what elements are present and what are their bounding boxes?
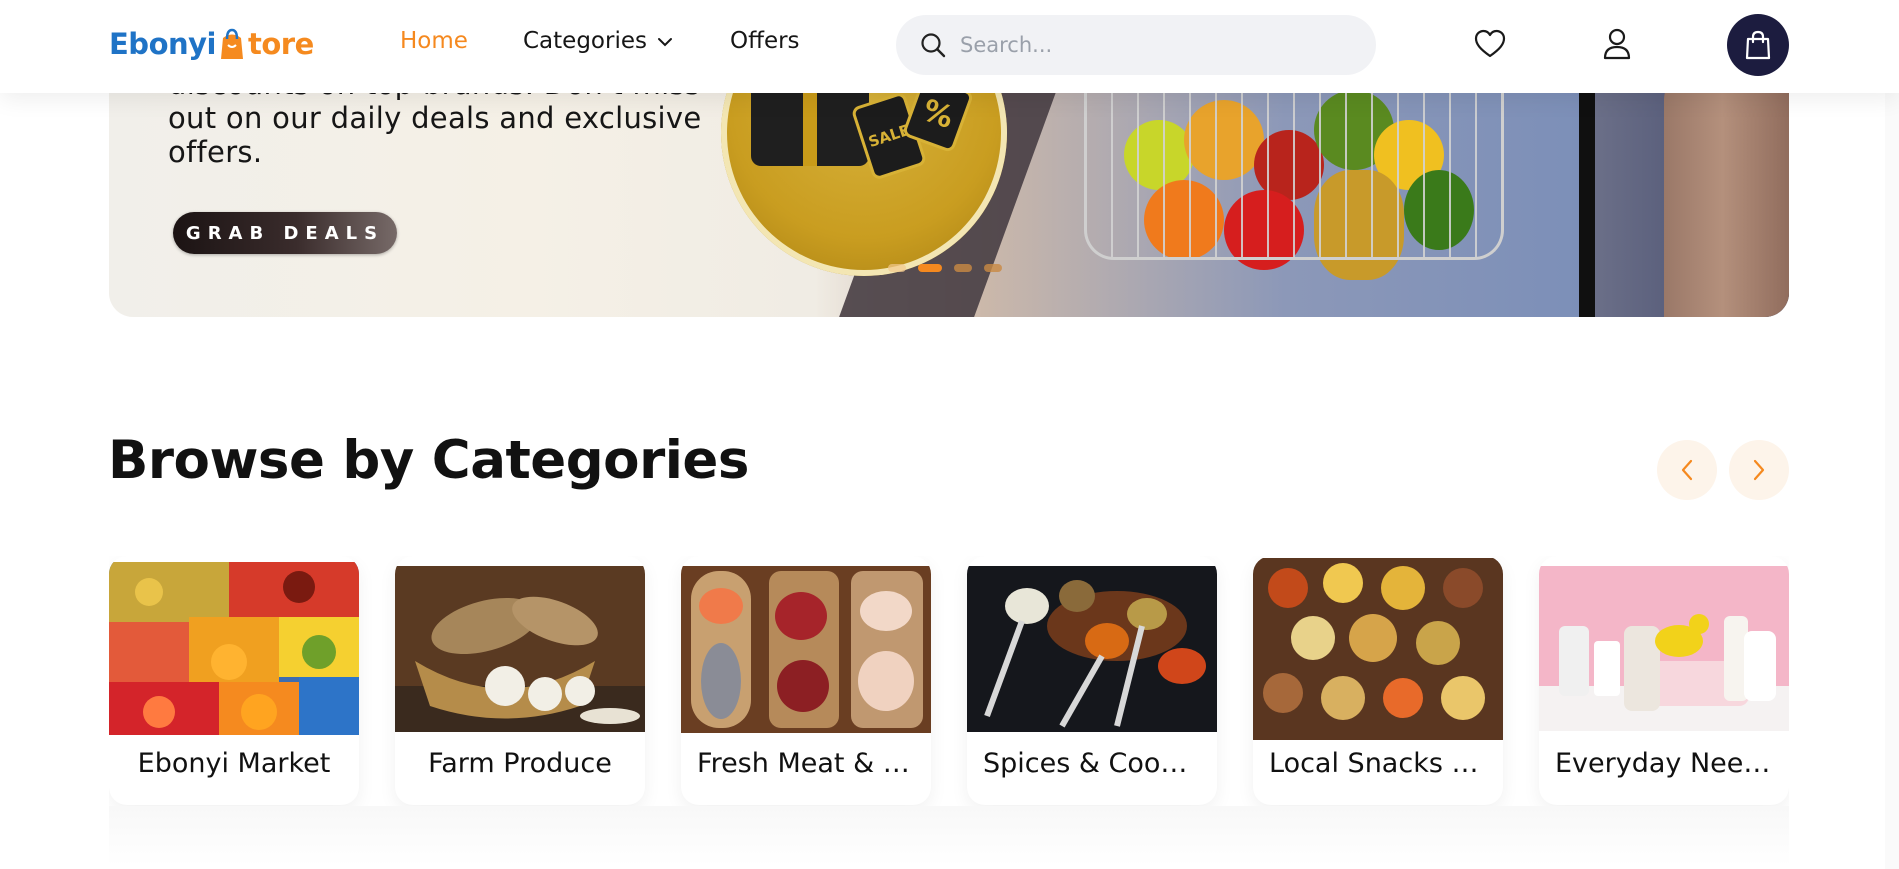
carousel-dots (888, 264, 1002, 272)
hero-banner: discounts on top brands. Don't miss out … (109, 70, 1789, 317)
logo-text-part1: Ebonyi (109, 27, 216, 61)
phone-edge (1579, 70, 1595, 317)
chevron-right-icon (1753, 459, 1765, 481)
chevron-left-icon (1681, 459, 1693, 481)
nav-offers[interactable]: Offers (730, 28, 800, 54)
prev-button[interactable] (1657, 440, 1717, 500)
nav-categories-label: Categories (523, 28, 647, 54)
chevron-down-icon (657, 38, 672, 47)
spices-image (967, 566, 1217, 732)
category-label: Farm Produce (428, 748, 612, 779)
section-title: Browse by Categories (108, 430, 749, 491)
basket-wire (1084, 70, 1504, 260)
category-card-ebonyi-market[interactable]: Ebonyi Market (109, 556, 359, 805)
snacks-image (1253, 558, 1503, 740)
carousel-dot[interactable] (984, 264, 1002, 272)
category-card-spices[interactable]: Spices & Cooking (967, 556, 1217, 805)
category-label: Spices & Cooking (983, 748, 1217, 779)
search-icon[interactable] (920, 32, 946, 58)
fruit-basket-image (1084, 70, 1504, 312)
meat-fish-image (681, 566, 931, 733)
grab-deals-button[interactable]: GRAB DEALS (173, 212, 397, 254)
nav-home[interactable]: Home (400, 28, 468, 54)
carousel-dot-active[interactable] (918, 264, 942, 272)
nav-categories[interactable]: Categories (523, 28, 673, 54)
category-label: Ebonyi Market (137, 748, 331, 779)
section-bottom-fade (109, 806, 1789, 866)
market-stall-image (109, 562, 359, 735)
category-label: Fresh Meat & Fish (697, 748, 931, 779)
heart-icon (1474, 29, 1506, 58)
shopping-bag-icon (1745, 30, 1771, 60)
category-card-farm-produce[interactable]: Farm Produce (395, 556, 645, 805)
cart-button[interactable] (1727, 14, 1789, 76)
category-card-fresh-meat[interactable]: Fresh Meat & Fish (681, 556, 931, 805)
wishlist-button[interactable] (1470, 22, 1510, 66)
search-input[interactable] (958, 32, 1338, 58)
logo-text-part2: tore (247, 27, 314, 61)
category-card-everyday-needs[interactable]: Everyday Needs (1539, 556, 1789, 805)
account-button[interactable] (1597, 22, 1637, 66)
site-header: Ebonyi tore Home Categories Offers (0, 0, 1899, 93)
search-bar (896, 15, 1376, 75)
logo-bag-icon (220, 28, 243, 59)
baby-care-image (1539, 566, 1789, 731)
category-label: Everyday Needs (1555, 748, 1775, 779)
hero-text-line: out on our daily deals and exclusive (168, 101, 702, 135)
carousel-dot[interactable] (954, 264, 972, 272)
category-card-local-snacks[interactable]: Local Snacks & Drinks (1253, 556, 1503, 805)
logo[interactable]: Ebonyi tore (109, 24, 314, 64)
yam-image (395, 566, 645, 732)
category-label: Local Snacks & Drinks (1269, 748, 1503, 779)
hand-image (1664, 70, 1789, 317)
page-scrollbar[interactable] (1885, 93, 1899, 869)
next-button[interactable] (1729, 440, 1789, 500)
category-carousel: Ebonyi Market Farm Produce Fresh Meat & … (109, 556, 1789, 806)
carousel-dot[interactable] (888, 264, 906, 272)
user-icon (1603, 28, 1631, 60)
hero-text-line: offers. (168, 135, 263, 169)
